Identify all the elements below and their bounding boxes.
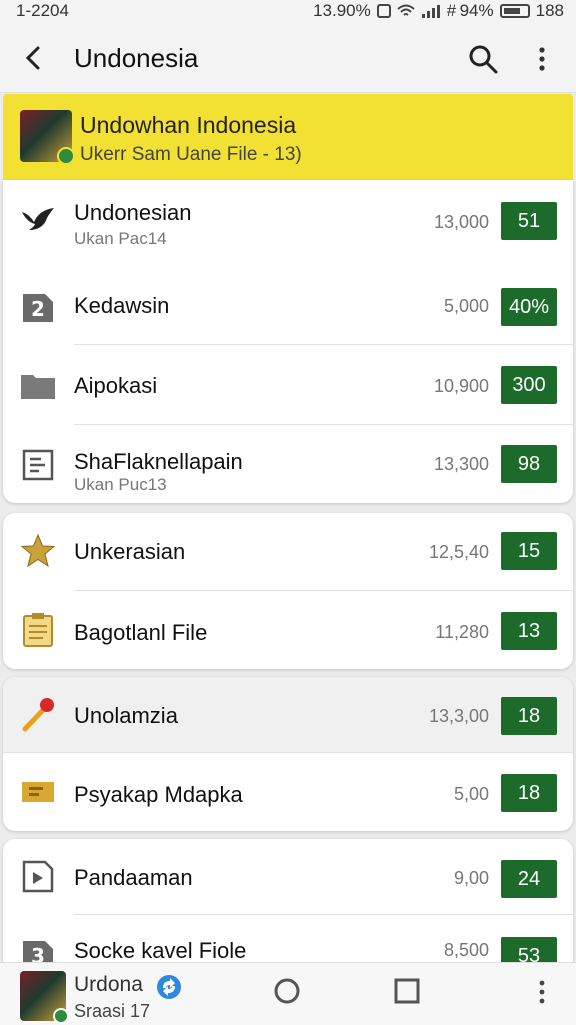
list-item[interactable]: Psyakap Mdapka 5,00 18 — [3, 753, 573, 831]
clipboard-icon — [23, 613, 53, 647]
item-name: Kedawsin — [74, 293, 170, 318]
bottom-nav-bar: Urdona Sraasi 17 — [0, 962, 576, 1025]
search-icon[interactable] — [466, 42, 500, 76]
item-sub: Ukan Pac14 — [74, 229, 167, 248]
item-count: 11,280 — [435, 622, 489, 642]
item-name: Psyakap Mdapka — [74, 782, 243, 807]
item-name: Undonesian — [74, 200, 192, 225]
banner-subtitle: Ukerr Sam Uane File - 13) — [80, 144, 302, 165]
folder-icon — [21, 375, 55, 399]
count-badge: 51 — [501, 202, 557, 240]
status-tail: 188 — [535, 1, 564, 20]
more-vert-icon[interactable] — [532, 977, 552, 1007]
bottom-name: Urdona — [74, 973, 143, 996]
bottom-thumbnail[interactable] — [20, 971, 69, 1024]
sync-icon[interactable] — [155, 973, 183, 1001]
status-battery-text: # 94% — [446, 1, 494, 20]
page-title: Undonesia — [74, 43, 199, 73]
count-badge: 300 — [501, 366, 557, 404]
item-count: 13,000 — [433, 212, 489, 232]
wifi-icon — [397, 4, 415, 16]
item-sub: Ukan Puc13 — [74, 475, 167, 494]
back-arrow-icon[interactable] — [18, 42, 50, 74]
signal-icon — [421, 5, 440, 18]
document-icon — [22, 449, 54, 481]
list-item[interactable]: ShaFlaknellapain Ukan Puc13 13,300 98 — [3, 425, 573, 503]
list-item[interactable]: Undonesian Ukan Pac14 13,000 51 — [3, 180, 573, 268]
item-count: 5,00 — [453, 784, 489, 804]
list-item[interactable]: Unolamzia 13,3,00 18 — [3, 677, 573, 753]
battery-icon — [499, 4, 530, 18]
banner-title: Undowhan Indonesia — [80, 112, 297, 138]
item-name: Socke kavel Fiole — [74, 938, 247, 963]
recents-square-icon[interactable] — [392, 976, 422, 1006]
status-right: 13.90% # 94% 188 — [313, 1, 564, 21]
ticket-icon — [22, 782, 54, 802]
list-item[interactable]: Pandaaman 9,00 24 — [3, 839, 573, 915]
item-count: 9,00 — [453, 868, 489, 888]
list-item[interactable]: Bagotlanl File 11,280 13 — [3, 591, 573, 669]
status-bar: 1-2204 13.90% # 94% 188 — [0, 0, 576, 26]
count-badge: 18 — [501, 697, 557, 735]
status-percent: 13.90% — [313, 1, 371, 20]
item-name: Aipokasi — [74, 373, 158, 398]
more-vert-icon[interactable] — [530, 42, 554, 76]
list-group-2: Unkerasian 12,5,40 15 Bagotlanl File 11,… — [3, 513, 573, 669]
list-group-1: Undonesian Ukan Pac14 13,000 51 2 Kedaws… — [3, 180, 573, 503]
item-name: Unkerasian — [74, 539, 186, 564]
count-badge: 98 — [501, 445, 557, 483]
sim-icon — [376, 4, 391, 18]
list-item[interactable]: Aipokasi 10,900 300 — [3, 345, 573, 425]
banner-thumbnail — [20, 110, 75, 165]
bird-icon — [22, 208, 54, 230]
item-count: 10,900 — [433, 376, 489, 396]
item-name: Unolamzia — [74, 703, 178, 728]
item-count: 12,5,40 — [428, 542, 489, 562]
media-icon — [22, 860, 54, 893]
count-badge: 18 — [501, 774, 557, 812]
app-bar: Undonesia — [0, 26, 576, 93]
item-count: 5,000 — [443, 296, 489, 316]
bottom-sub: Sraasi 17 — [74, 1001, 151, 1021]
count-badge: 40% — [501, 288, 557, 326]
star-icon — [20, 533, 56, 568]
list-item[interactable]: Unkerasian 12,5,40 15 — [3, 513, 573, 591]
svg-text:2: 2 — [31, 297, 45, 321]
list-group-3: Unolamzia 13,3,00 18 Psyakap Mdapka 5,00… — [3, 677, 573, 831]
count-badge: 15 — [501, 532, 557, 570]
count-badge: 13 — [501, 612, 557, 650]
item-count: 13,300 — [433, 454, 489, 474]
list-item[interactable]: 2 Kedawsin 5,000 40% — [3, 268, 573, 345]
list-group-4: Pandaaman 9,00 24 3 Socke kavel Fiole 8,… — [3, 839, 573, 979]
featured-banner[interactable]: Undowhan Indonesia Ukerr Sam Uane File -… — [3, 94, 573, 180]
online-badge-icon — [57, 147, 75, 165]
item-name: ShaFlaknellapain — [74, 449, 243, 474]
number-two-icon: 2 — [23, 294, 53, 322]
item-count: 8,500 — [443, 940, 489, 960]
item-name: Bagotlanl File — [74, 620, 208, 645]
status-time: 1-2204 — [16, 1, 69, 20]
pin-icon — [22, 698, 54, 732]
item-count: 13,3,00 — [428, 706, 489, 726]
online-badge-icon — [53, 1008, 69, 1024]
count-badge: 24 — [501, 860, 557, 898]
item-name: Pandaaman — [74, 865, 193, 890]
home-circle-icon[interactable] — [272, 976, 302, 1006]
